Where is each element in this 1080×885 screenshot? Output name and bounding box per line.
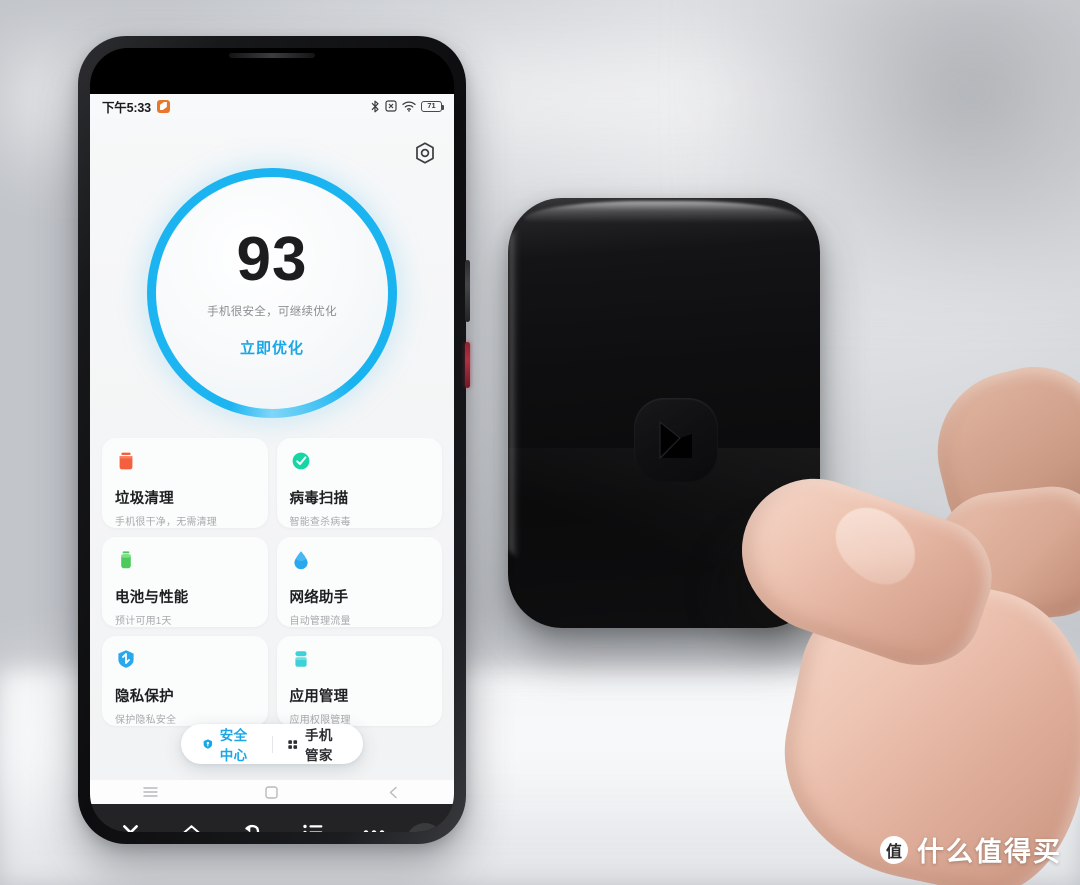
status-icons: 71 <box>370 100 445 113</box>
back-icon[interactable] <box>384 783 402 801</box>
fingernail <box>821 492 931 599</box>
scene-background: 下午5:33 71 93 手机很安全，可继续优化 立即优化 垃圾清理 手机很干净… <box>0 0 1080 885</box>
score-value: 93 <box>236 224 308 294</box>
shield-check-icon <box>292 452 309 470</box>
power-button[interactable] <box>465 342 470 388</box>
back-button[interactable]: 返回 <box>222 822 283 832</box>
battery-icon: 71 <box>421 100 445 112</box>
menu-list-icon <box>303 822 323 832</box>
home-icon <box>181 824 202 832</box>
card-network-assistant[interactable]: 网络助手 自动管理流量 <box>276 537 442 627</box>
card-subtitle: 自动管理流量 <box>289 616 351 627</box>
privacy-shield-icon <box>118 650 134 668</box>
bluetooth-icon <box>371 100 379 112</box>
card-title: 电池与性能 <box>115 590 189 606</box>
card-title: 应用管理 <box>289 689 349 705</box>
remote-control-toolbar: 退出远控 HOME <box>90 804 454 832</box>
card-subtitle: 智能查杀病毒 <box>289 517 351 528</box>
home-button[interactable]: HOME <box>161 824 222 832</box>
shield-icon <box>203 739 213 749</box>
card-junk-clean[interactable]: 垃圾清理 手机很干净，无需清理 <box>102 438 268 528</box>
score-status-text: 手机很安全，可继续优化 <box>207 305 337 318</box>
app-manager-icon <box>294 651 307 667</box>
wifi-icon <box>402 100 416 112</box>
trash-icon <box>119 452 133 470</box>
mute-icon <box>385 100 397 112</box>
tab-security-center[interactable]: 安全中心 <box>187 724 272 764</box>
device-top-highlight <box>524 201 804 223</box>
battery-icon <box>121 551 131 569</box>
card-title: 网络助手 <box>289 590 349 606</box>
volume-button[interactable] <box>465 260 470 322</box>
card-virus-scan[interactable]: 病毒扫描 智能查杀病毒 <box>276 438 442 528</box>
card-subtitle: 预计可用1天 <box>115 616 172 627</box>
card-app-manager[interactable]: 应用管理 应用权限管理 <box>276 636 442 726</box>
menu-button[interactable]: 菜单 <box>282 822 343 832</box>
bottom-segmented-control: 安全中心 手机管家 <box>181 724 363 764</box>
close-x-icon <box>121 822 140 832</box>
card-privacy-protection[interactable]: 隐私保护 保护隐私安全 <box>102 636 268 726</box>
home-icon[interactable] <box>263 783 281 801</box>
card-subtitle: 手机很干净，无需清理 <box>115 517 217 528</box>
card-title: 病毒扫描 <box>289 491 349 507</box>
card-title: 垃圾清理 <box>115 491 174 507</box>
watermark: 值 什么值得买 <box>880 830 1062 869</box>
tab-label: 手机管家 <box>305 728 333 763</box>
status-bar: 下午5:33 71 <box>90 94 454 118</box>
card-battery-performance[interactable]: 电池与性能 预计可用1天 <box>102 537 268 627</box>
more-dots-icon <box>363 822 385 832</box>
tab-phone-manager[interactable]: 手机管家 <box>272 724 357 764</box>
water-drop-icon <box>293 551 308 570</box>
device-logo-badge <box>634 398 718 482</box>
score-ring-face: 93 手机很安全，可继续优化 立即优化 <box>156 177 388 409</box>
app-notification-icon <box>156 99 170 113</box>
security-score-ring[interactable]: 93 手机很安全，可继续优化 立即优化 <box>147 168 397 418</box>
card-title: 隐私保护 <box>115 689 174 705</box>
exit-remote-button[interactable]: 退出远控 <box>100 822 161 832</box>
battery-level: 71 <box>427 101 436 111</box>
status-time: 下午5:33 <box>102 100 151 115</box>
gear-icon[interactable] <box>412 140 438 166</box>
android-nav-bar <box>90 780 454 804</box>
hand-photo <box>690 352 1080 885</box>
watermark-logo: 值 <box>880 835 908 864</box>
earpiece-speaker <box>229 53 315 58</box>
grid-icon <box>288 739 298 749</box>
optimize-now-button[interactable]: 立即优化 <box>240 337 304 358</box>
phone-device: 下午5:33 71 93 手机很安全，可继续优化 立即优化 垃圾清理 手机很干净… <box>78 36 470 844</box>
phone-screen: 下午5:33 71 93 手机很安全，可继续优化 立即优化 垃圾清理 手机很干净… <box>90 94 454 780</box>
device-brand-icon <box>659 420 692 460</box>
phone-bezel: 下午5:33 71 93 手机很安全，可继续优化 立即优化 垃圾清理 手机很干净… <box>90 48 454 832</box>
more-button[interactable]: 更多 <box>343 822 404 832</box>
close-toolbar-button[interactable] <box>405 823 444 832</box>
tab-label: 安全中心 <box>219 728 248 763</box>
back-arrow-icon <box>242 822 262 832</box>
recents-icon[interactable] <box>142 783 160 801</box>
watermark-text: 什么值得买 <box>917 837 1062 867</box>
